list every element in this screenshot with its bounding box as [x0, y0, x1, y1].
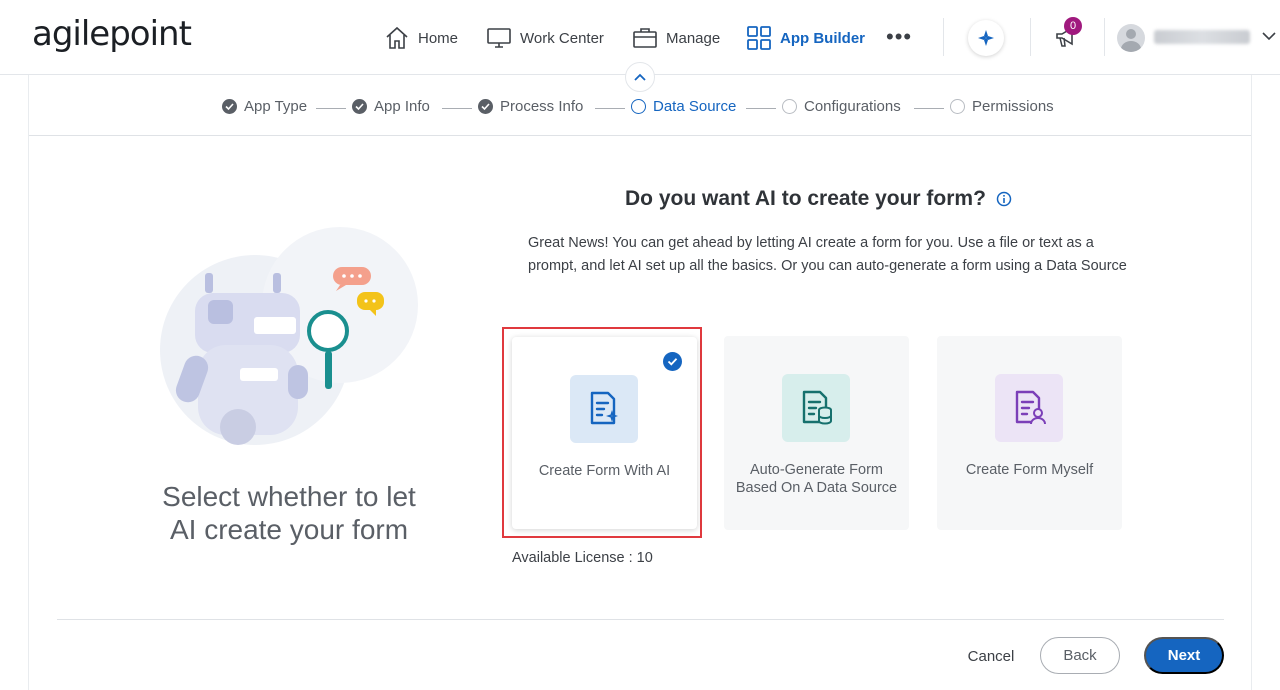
step-connector	[595, 108, 625, 109]
current-step-circle-icon	[631, 99, 646, 114]
robot-illustration	[160, 227, 418, 445]
collapse-header-button[interactable]	[625, 62, 655, 92]
back-button[interactable]: Back	[1040, 637, 1120, 674]
empty-circle-icon	[782, 99, 797, 114]
nav-work-center[interactable]: Work Center	[486, 22, 604, 54]
nav-home-label: Home	[418, 29, 459, 47]
step-app-type[interactable]: App Type	[222, 98, 307, 115]
option-auto-generate-form[interactable]: Auto-Generate Form Based On A Data Sourc…	[724, 336, 909, 530]
step-connector	[746, 108, 776, 109]
briefcase-icon	[633, 28, 657, 48]
option-label: Create Form Myself	[965, 462, 1094, 478]
username-blurred[interactable]	[1154, 30, 1250, 44]
nav-work-center-label: Work Center	[520, 29, 604, 47]
step-app-info[interactable]: App Info	[352, 98, 430, 115]
left-caption: Select whether to let AI create your for…	[162, 481, 416, 545]
divider	[943, 18, 944, 56]
grid-icon	[747, 26, 771, 50]
heading-text: Do you want AI to create your form?	[625, 187, 986, 210]
step-label: Process Info	[500, 98, 584, 115]
step-connector	[442, 108, 472, 109]
check-circle-icon	[222, 99, 237, 114]
step-label: App Info	[374, 98, 430, 115]
step-process-info[interactable]: Process Info	[478, 98, 583, 115]
check-circle-icon	[352, 99, 367, 114]
nav-home[interactable]: Home	[384, 22, 458, 54]
user-form-icon	[995, 374, 1063, 442]
step-label: App Type	[244, 98, 308, 115]
divider	[57, 619, 1224, 620]
check-circle-icon	[478, 99, 493, 114]
chevron-up-icon	[634, 73, 646, 81]
more-menu-icon[interactable]: •••	[886, 26, 912, 48]
notification-badge: 0	[1064, 17, 1082, 35]
page-title: Do you want AI to create your form?	[625, 187, 1012, 211]
option-label: Auto-Generate Form Based On A Data Sourc…	[735, 462, 898, 496]
step-connector	[914, 108, 944, 109]
home-icon	[386, 26, 408, 49]
empty-circle-icon	[950, 99, 965, 114]
ai-form-icon	[570, 375, 638, 443]
selected-check-icon	[663, 352, 682, 371]
nav-manage-label: Manage	[666, 29, 721, 47]
option-create-form-myself[interactable]: Create Form Myself	[937, 336, 1122, 530]
description-text: Great News! You can get ahead by letting…	[528, 235, 1127, 274]
step-permissions[interactable]: Permissions	[950, 98, 1054, 115]
next-button[interactable]: Next	[1144, 637, 1224, 674]
divider	[1030, 18, 1031, 56]
step-label: Data Source	[653, 98, 737, 115]
step-configurations[interactable]: Configurations	[782, 98, 901, 115]
nav-app-builder-label: App Builder	[780, 29, 865, 47]
avatar[interactable]	[1117, 24, 1145, 52]
monitor-icon	[487, 28, 511, 48]
database-form-icon	[782, 374, 850, 442]
nav-app-builder[interactable]: App Builder	[746, 22, 865, 54]
nav-manage[interactable]: Manage	[632, 22, 720, 54]
step-data-source[interactable]: Data Source	[631, 98, 736, 115]
step-label: Configurations	[804, 98, 901, 115]
option-label: Create Form With AI	[538, 463, 671, 479]
step-label: Permissions	[972, 98, 1054, 115]
available-license: Available License : 10	[512, 550, 653, 566]
ai-assistant-button[interactable]	[968, 20, 1004, 56]
chevron-down-icon[interactable]	[1262, 31, 1276, 41]
agilepoint-logo[interactable]: agilepoint	[32, 14, 192, 54]
ai-sparkle-icon	[978, 30, 994, 46]
cancel-button[interactable]: Cancel	[955, 641, 1027, 671]
step-connector	[316, 108, 346, 109]
info-icon[interactable]	[996, 191, 1012, 207]
divider	[29, 135, 1251, 136]
divider	[1104, 18, 1105, 56]
